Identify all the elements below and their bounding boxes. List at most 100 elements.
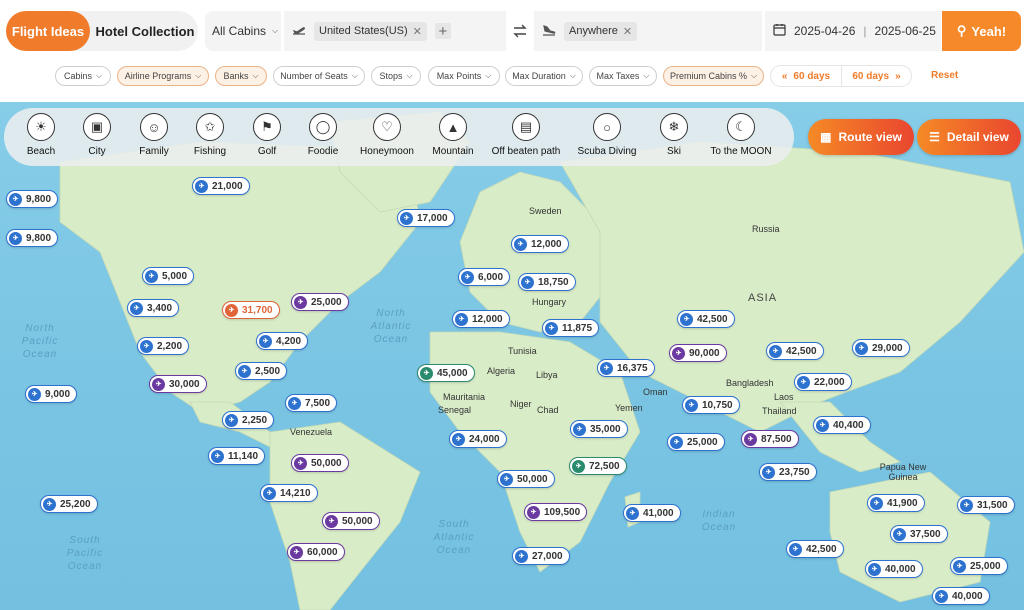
price-marker[interactable]: ✈ 24,000 — [449, 430, 507, 448]
filter-max-points[interactable]: Max Points ⌵ — [428, 66, 500, 86]
price-marker[interactable]: ✈ 18,750 — [518, 273, 576, 291]
category-to-the-moon[interactable]: ☾ To the MOON — [701, 113, 781, 157]
cabin-select[interactable]: All Cabins ⌵ — [205, 11, 281, 51]
price-marker[interactable]: ✈ 3,400 — [127, 299, 180, 317]
price-marker[interactable]: ✈ 11,140 — [208, 447, 266, 465]
place-label: Libya — [536, 370, 558, 380]
price-marker[interactable]: ✈ 17,000 — [397, 209, 455, 227]
origin-chip[interactable]: United States(US) ✕ — [314, 21, 427, 41]
price-marker[interactable]: ✈ 14,210 — [260, 484, 318, 502]
days-forward-button[interactable]: 60 days » — [842, 71, 911, 82]
price-marker[interactable]: ✈ 30,000 — [149, 375, 207, 393]
category-label: To the MOON — [710, 146, 772, 157]
price-marker[interactable]: ✈ 6,000 — [458, 268, 511, 286]
filter-max-duration[interactable]: Max Duration ⌵ — [505, 66, 583, 86]
add-origin-icon[interactable]: + — [434, 23, 451, 40]
price-marker[interactable]: ✈ 25,000 — [667, 433, 725, 451]
destination-chip[interactable]: Anywhere ✕ — [564, 21, 638, 41]
filter-banks[interactable]: Banks ⌵ — [215, 66, 267, 86]
world-map[interactable]: North Pacific Ocean North Atlantic Ocean… — [0, 102, 1024, 610]
marker-points: 12,000 — [472, 313, 503, 325]
price-marker[interactable]: ✈ 25,000 — [950, 557, 1008, 575]
price-marker[interactable]: ✈ 4,200 — [256, 332, 309, 350]
price-marker[interactable]: ✈ 7,500 — [285, 394, 338, 412]
category-label: Honeymoon — [360, 146, 414, 157]
filter-max-taxes[interactable]: Max Taxes ⌵ — [589, 66, 657, 86]
price-marker[interactable]: ✈ 23,750 — [759, 463, 817, 481]
tab-flight-ideas[interactable]: Flight Ideas — [6, 11, 90, 51]
price-marker[interactable]: ✈ 50,000 — [322, 512, 380, 530]
filter-label: Airline Programs — [124, 71, 192, 81]
price-marker[interactable]: ✈ 41,000 — [623, 504, 681, 522]
close-icon[interactable]: ✕ — [413, 25, 422, 38]
marker-points: 50,000 — [311, 457, 342, 469]
asia-shape — [559, 141, 1024, 433]
price-marker[interactable]: ✈ 42,500 — [786, 540, 844, 558]
filter-airline-programs[interactable]: Airline Programs ⌵ — [117, 66, 209, 86]
marker-points: 17,000 — [417, 212, 448, 224]
plane-icon: ✈ — [670, 435, 683, 449]
detail-view-button[interactable]: ☰ Detail view — [917, 119, 1021, 155]
price-marker[interactable]: ✈ 40,400 — [813, 416, 871, 434]
marker-points: 12,000 — [531, 238, 562, 250]
price-marker[interactable]: ✈ 41,900 — [867, 494, 925, 512]
price-marker[interactable]: ✈ 2,500 — [235, 362, 288, 380]
reset-link[interactable]: Reset — [931, 70, 958, 81]
price-marker[interactable]: ✈ 109,500 — [524, 503, 588, 521]
price-marker[interactable]: ✈ 10,750 — [682, 396, 740, 414]
days-back-button[interactable]: « 60 days — [771, 66, 842, 86]
price-marker[interactable]: ✈ 40,000 — [932, 587, 990, 605]
price-marker[interactable]: ✈ 2,250 — [222, 411, 275, 429]
price-marker[interactable]: ✈ 29,000 — [852, 339, 910, 357]
price-marker[interactable]: ✈ 45,000 — [417, 364, 475, 382]
filter-cabins[interactable]: Cabins ⌵ — [55, 66, 111, 86]
category-mountain[interactable]: ▲ Mountain — [413, 113, 493, 157]
search-button[interactable]: ⚲ Yeah! — [942, 11, 1021, 51]
price-marker[interactable]: ✈ 27,000 — [512, 547, 570, 565]
price-marker[interactable]: ✈ 42,500 — [766, 342, 824, 360]
route-view-button[interactable]: ▦ Route view — [808, 119, 914, 155]
price-marker[interactable]: ✈ 12,000 — [452, 310, 510, 328]
price-marker[interactable]: ✈ 87,500 — [741, 430, 799, 448]
date-range-field[interactable]: 2025-04-26 | 2025-06-25 — [765, 11, 941, 51]
price-marker[interactable]: ✈ 16,375 — [597, 359, 655, 377]
swap-button[interactable] — [507, 11, 533, 51]
price-marker[interactable]: ✈ 31,500 — [957, 496, 1015, 514]
price-marker[interactable]: ✈ 90,000 — [669, 344, 727, 362]
price-marker[interactable]: ✈ 40,000 — [865, 560, 923, 578]
origin-field[interactable]: United States(US) ✕ + — [284, 11, 506, 51]
category-off-beaten-path[interactable]: ▤ Off beaten path — [486, 113, 566, 157]
price-marker[interactable]: ✈ 25,200 — [40, 495, 98, 513]
price-marker[interactable]: ✈ 9,000 — [25, 385, 78, 403]
price-marker[interactable]: ✈ 42,500 — [677, 310, 735, 328]
plane-icon: ✈ — [870, 496, 883, 510]
place-label: Oman — [643, 387, 668, 397]
destination-field[interactable]: Anywhere ✕ — [534, 11, 762, 51]
price-marker[interactable]: ✈ 2,200 — [137, 337, 190, 355]
price-marker[interactable]: ✈ 31,700 — [222, 301, 280, 319]
price-marker[interactable]: ✈ 5,000 — [142, 267, 195, 285]
place-label: Thailand — [762, 406, 797, 416]
price-marker[interactable]: ✈ 60,000 — [287, 543, 345, 561]
tab-hotel-collection[interactable]: Hotel Collection — [92, 11, 198, 51]
price-marker[interactable]: ✈ 12,000 — [511, 235, 569, 253]
price-marker[interactable]: ✈ 11,875 — [542, 319, 600, 337]
price-marker[interactable]: ✈ 37,500 — [890, 525, 948, 543]
marker-points: 23,750 — [779, 466, 810, 478]
price-marker[interactable]: ✈ 9,800 — [6, 229, 59, 247]
price-marker[interactable]: ✈ 21,000 — [192, 177, 250, 195]
category-label: City — [88, 146, 106, 157]
price-marker[interactable]: ✈ 22,000 — [794, 373, 852, 391]
filter-stops[interactable]: Stops ⌵ — [371, 66, 421, 86]
filter-premium-cabins[interactable]: Premium Cabins % ⌵ — [663, 66, 764, 86]
price-marker[interactable]: ✈ 9,800 — [6, 190, 59, 208]
price-marker[interactable]: ✈ 25,000 — [291, 293, 349, 311]
filter-number-of-seats[interactable]: Number of Seats ⌵ — [273, 66, 365, 86]
price-marker[interactable]: ✈ 72,500 — [569, 457, 627, 475]
price-marker[interactable]: ✈ 35,000 — [570, 420, 628, 438]
place-label: Algeria — [487, 366, 516, 376]
close-icon[interactable]: ✕ — [623, 25, 632, 38]
chevron-down-icon: ⌵ — [569, 71, 576, 80]
price-marker[interactable]: ✈ 50,000 — [291, 454, 349, 472]
price-marker[interactable]: ✈ 50,000 — [497, 470, 555, 488]
